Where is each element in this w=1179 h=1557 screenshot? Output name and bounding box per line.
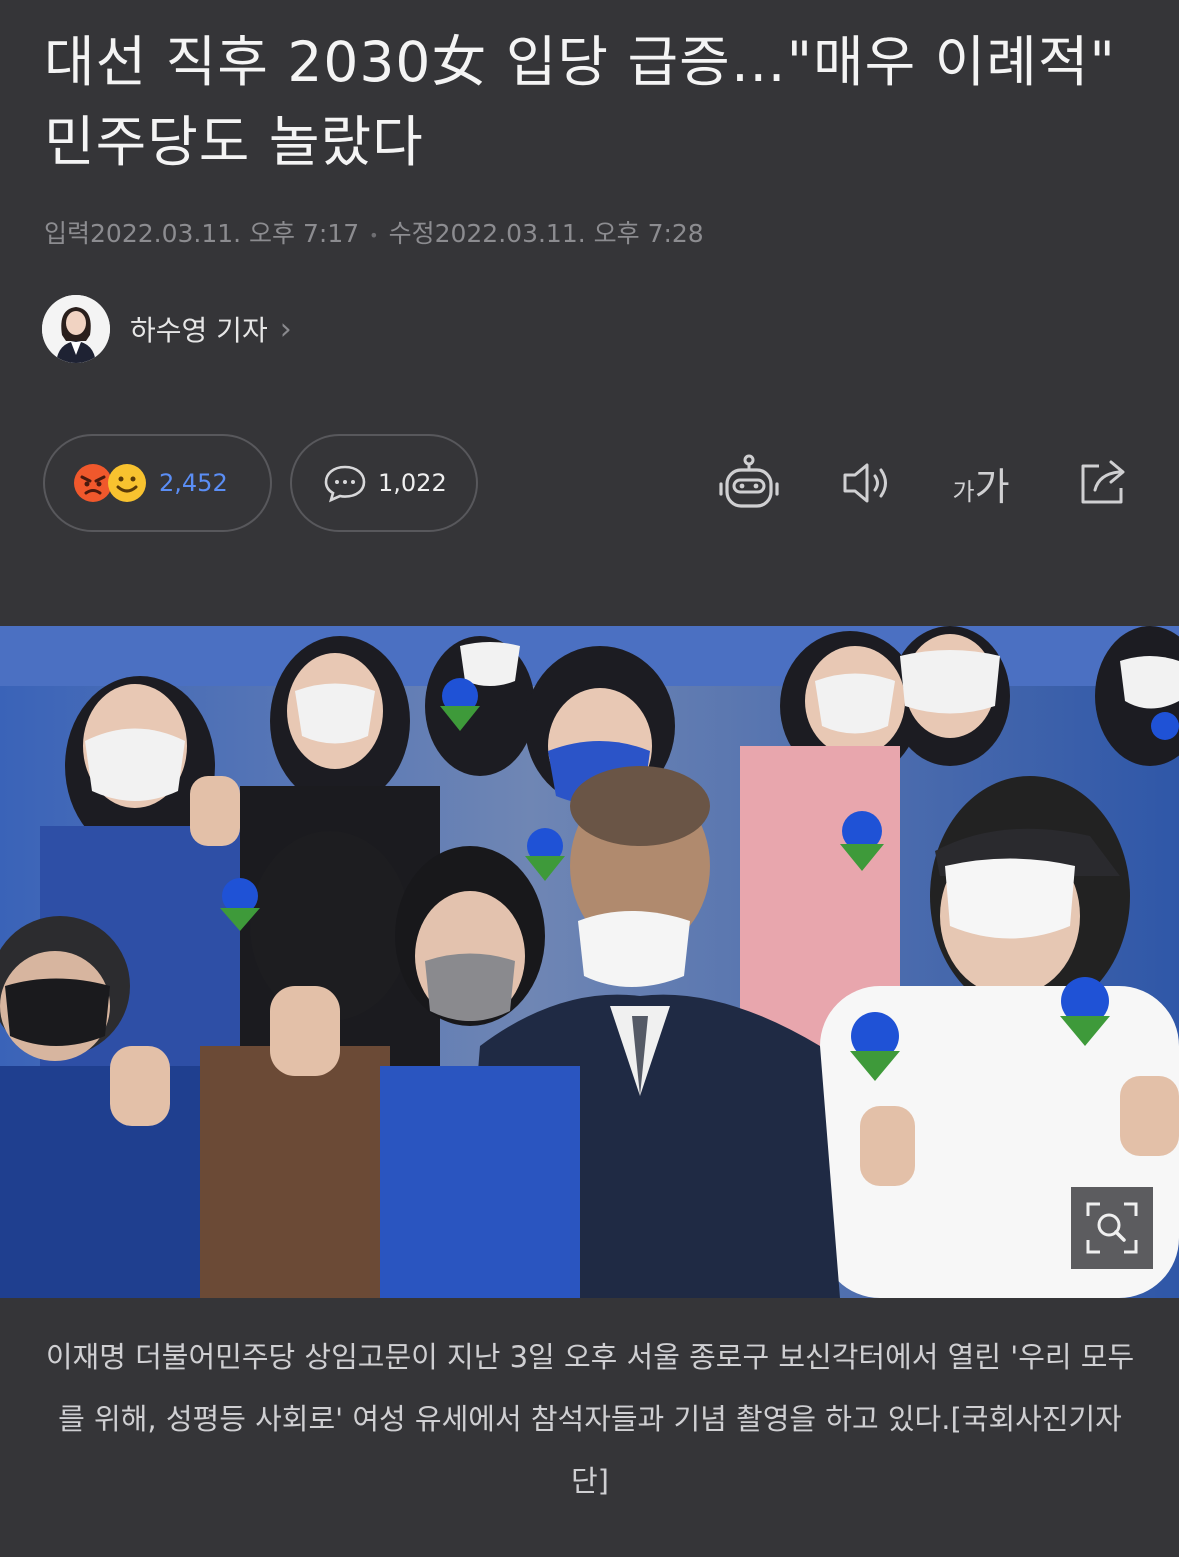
edit-label: 수정	[388, 219, 435, 248]
crowd-photo-illustration	[0, 626, 1179, 1298]
article-photo[interactable]	[0, 626, 1179, 1298]
photo-zoom-button[interactable]	[1071, 1187, 1153, 1269]
chevron-right-icon: ›	[279, 311, 292, 347]
input-label: 입력	[44, 219, 91, 248]
speaker-icon	[843, 463, 887, 503]
tts-button[interactable]	[830, 448, 900, 518]
share-icon	[1081, 460, 1125, 504]
font-size-button[interactable]: 가가	[946, 448, 1016, 518]
reaction-count: 2,452	[159, 469, 228, 497]
reporter-link[interactable]: 하수영 기자 ›	[42, 294, 292, 364]
reporter-avatar	[42, 295, 110, 363]
article-timestamps: 입력2022.03.11. 오후 7:17 • 수정2022.03.11. 오후 7…	[44, 214, 704, 250]
share-button[interactable]	[1068, 448, 1138, 518]
font-size-icon: 가가	[952, 464, 1010, 509]
smile-face-icon	[108, 464, 146, 502]
comment-bubble-icon	[324, 465, 366, 503]
reporter-name: 하수영 기자	[130, 314, 268, 347]
comment-count: 1,022	[378, 469, 447, 497]
reaction-button[interactable]: 2,452	[43, 434, 272, 532]
input-time: 2022.03.11. 오후 7:17	[90, 219, 360, 248]
summary-bot-button[interactable]	[714, 448, 784, 518]
edit-time: 2022.03.11. 오후 7:28	[434, 219, 704, 248]
robot-summary-icon	[719, 454, 779, 508]
separator-dot: •	[369, 225, 379, 245]
magnifier-icon	[1086, 1202, 1138, 1254]
comment-button[interactable]: 1,022	[290, 434, 478, 532]
photo-caption: 이재명 더불어민주당 상임고문이 지난 3일 오후 서울 종로구 보신각터에서 …	[45, 1340, 1135, 1498]
article-headline: 대선 직후 2030女 입당 급증…"매우 이례적" 민주당도 놀랐다	[44, 30, 1116, 174]
